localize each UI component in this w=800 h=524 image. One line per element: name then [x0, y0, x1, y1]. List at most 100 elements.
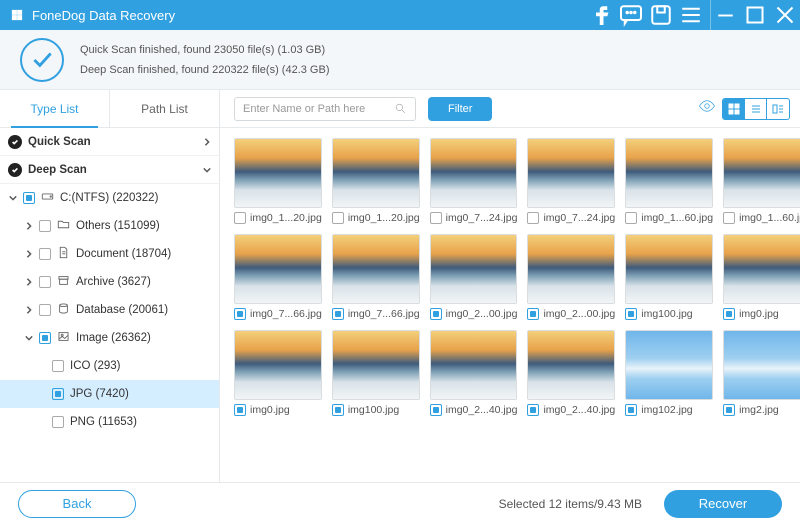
footer: Back Selected 12 items/9.43 MB Recover: [0, 482, 800, 524]
app-title: FoneDog Data Recovery: [32, 8, 175, 23]
checkbox[interactable]: [234, 404, 246, 416]
checkbox[interactable]: [52, 388, 64, 400]
sidebar-quick-scan[interactable]: Quick Scan: [0, 128, 219, 156]
maximize-button[interactable]: [740, 0, 770, 30]
sidebar-others[interactable]: Others (151099): [0, 212, 219, 240]
file-card[interactable]: img0_1...60.jpg: [625, 138, 713, 224]
file-card[interactable]: img0_7...24.jpg: [527, 138, 615, 224]
filter-button[interactable]: Filter: [428, 97, 492, 121]
file-card[interactable]: img100.jpg: [332, 330, 420, 416]
checkbox[interactable]: [430, 212, 442, 224]
file-thumbnail[interactable]: [234, 234, 322, 304]
file-card[interactable]: img0_2...40.jpg: [430, 330, 518, 416]
checkbox[interactable]: [625, 212, 637, 224]
recover-button[interactable]: Recover: [664, 490, 782, 518]
checkbox[interactable]: [723, 308, 735, 320]
file-thumbnail[interactable]: [332, 138, 420, 208]
others-label: Others (151099): [76, 220, 160, 232]
file-thumbnail[interactable]: [430, 330, 518, 400]
checkbox[interactable]: [332, 308, 344, 320]
checkbox[interactable]: [332, 212, 344, 224]
file-card[interactable]: img102.jpg: [625, 330, 713, 416]
checkbox[interactable]: [332, 404, 344, 416]
file-thumbnail[interactable]: [527, 330, 615, 400]
view-grid-icon[interactable]: [723, 99, 745, 119]
checkbox[interactable]: [723, 404, 735, 416]
sidebar-drive[interactable]: C:(NTFS) (220322): [0, 184, 219, 212]
file-card[interactable]: img0.jpg: [723, 234, 800, 320]
checkbox[interactable]: [39, 304, 51, 316]
checkbox[interactable]: [625, 404, 637, 416]
tab-type-list[interactable]: Type List: [0, 90, 110, 127]
file-thumbnail[interactable]: [723, 330, 800, 400]
checkbox[interactable]: [39, 220, 51, 232]
file-card[interactable]: img0_1...20.jpg: [234, 138, 322, 224]
file-thumbnail[interactable]: [723, 138, 800, 208]
checkbox[interactable]: [52, 416, 64, 428]
file-card[interactable]: img0_7...66.jpg: [332, 234, 420, 320]
checkbox[interactable]: [234, 308, 246, 320]
file-thumbnail[interactable]: [527, 138, 615, 208]
file-card[interactable]: img0_1...60.jpg: [723, 138, 800, 224]
minimize-button[interactable]: [710, 0, 740, 30]
sidebar-image[interactable]: Image (26362): [0, 324, 219, 352]
file-thumbnail[interactable]: [234, 330, 322, 400]
sidebar-deep-scan[interactable]: Deep Scan: [0, 156, 219, 184]
checkbox[interactable]: [527, 212, 539, 224]
file-card[interactable]: img0_2...00.jpg: [527, 234, 615, 320]
save-icon[interactable]: [646, 0, 676, 30]
file-grid-pane[interactable]: img0_1...20.jpgimg0_1...20.jpgimg0_7...2…: [220, 128, 800, 482]
checkbox[interactable]: [625, 308, 637, 320]
file-card[interactable]: img100.jpg: [625, 234, 713, 320]
feedback-icon[interactable]: [616, 0, 646, 30]
sidebar-ico[interactable]: ICO (293): [0, 352, 219, 380]
sidebar-archive[interactable]: Archive (3627): [0, 268, 219, 296]
checkbox[interactable]: [723, 212, 735, 224]
file-thumbnail[interactable]: [234, 138, 322, 208]
checkbox[interactable]: [430, 404, 442, 416]
sidebar-jpg[interactable]: JPG (7420): [0, 380, 219, 408]
view-detail-icon[interactable]: [767, 99, 789, 119]
file-name: img0_2...00.jpg: [543, 308, 615, 320]
tab-path-list[interactable]: Path List: [110, 90, 220, 127]
file-thumbnail[interactable]: [430, 138, 518, 208]
file-card[interactable]: img0_2...00.jpg: [430, 234, 518, 320]
file-thumbnail[interactable]: [723, 234, 800, 304]
file-card[interactable]: img0.jpg: [234, 330, 322, 416]
close-button[interactable]: [770, 0, 800, 30]
file-thumbnail[interactable]: [332, 330, 420, 400]
checkbox[interactable]: [39, 332, 51, 344]
file-thumbnail[interactable]: [430, 234, 518, 304]
file-card[interactable]: img2.jpg: [723, 330, 800, 416]
file-card[interactable]: img0_7...66.jpg: [234, 234, 322, 320]
search-icon: [394, 102, 407, 115]
file-thumbnail[interactable]: [625, 330, 713, 400]
preview-toggle-icon[interactable]: [698, 97, 716, 120]
checkbox[interactable]: [527, 308, 539, 320]
file-thumbnail[interactable]: [625, 138, 713, 208]
checkbox[interactable]: [23, 192, 35, 204]
back-button[interactable]: Back: [18, 490, 136, 518]
checkbox[interactable]: [39, 276, 51, 288]
checkbox[interactable]: [52, 360, 64, 372]
file-thumbnail[interactable]: [332, 234, 420, 304]
checkbox[interactable]: [430, 308, 442, 320]
document-label: Document (18704): [76, 248, 171, 260]
file-card[interactable]: img0_2...40.jpg: [527, 330, 615, 416]
menu-icon[interactable]: [676, 0, 706, 30]
file-card[interactable]: img0_1...20.jpg: [332, 138, 420, 224]
search-input[interactable]: Enter Name or Path here: [234, 97, 416, 121]
facebook-icon[interactable]: [586, 0, 616, 30]
checkbox[interactable]: [39, 248, 51, 260]
checkbox[interactable]: [234, 212, 246, 224]
file-card[interactable]: img0_7...24.jpg: [430, 138, 518, 224]
file-thumbnail[interactable]: [527, 234, 615, 304]
sidebar-png[interactable]: PNG (11653): [0, 408, 219, 436]
file-thumbnail[interactable]: [625, 234, 713, 304]
sidebar-document[interactable]: Document (18704): [0, 240, 219, 268]
checkbox[interactable]: [527, 404, 539, 416]
view-list-icon[interactable]: [745, 99, 767, 119]
sidebar-database[interactable]: Database (20061): [0, 296, 219, 324]
file-name: img0_2...40.jpg: [543, 404, 615, 416]
quick-scan-status: Quick Scan finished, found 23050 file(s)…: [80, 40, 329, 60]
